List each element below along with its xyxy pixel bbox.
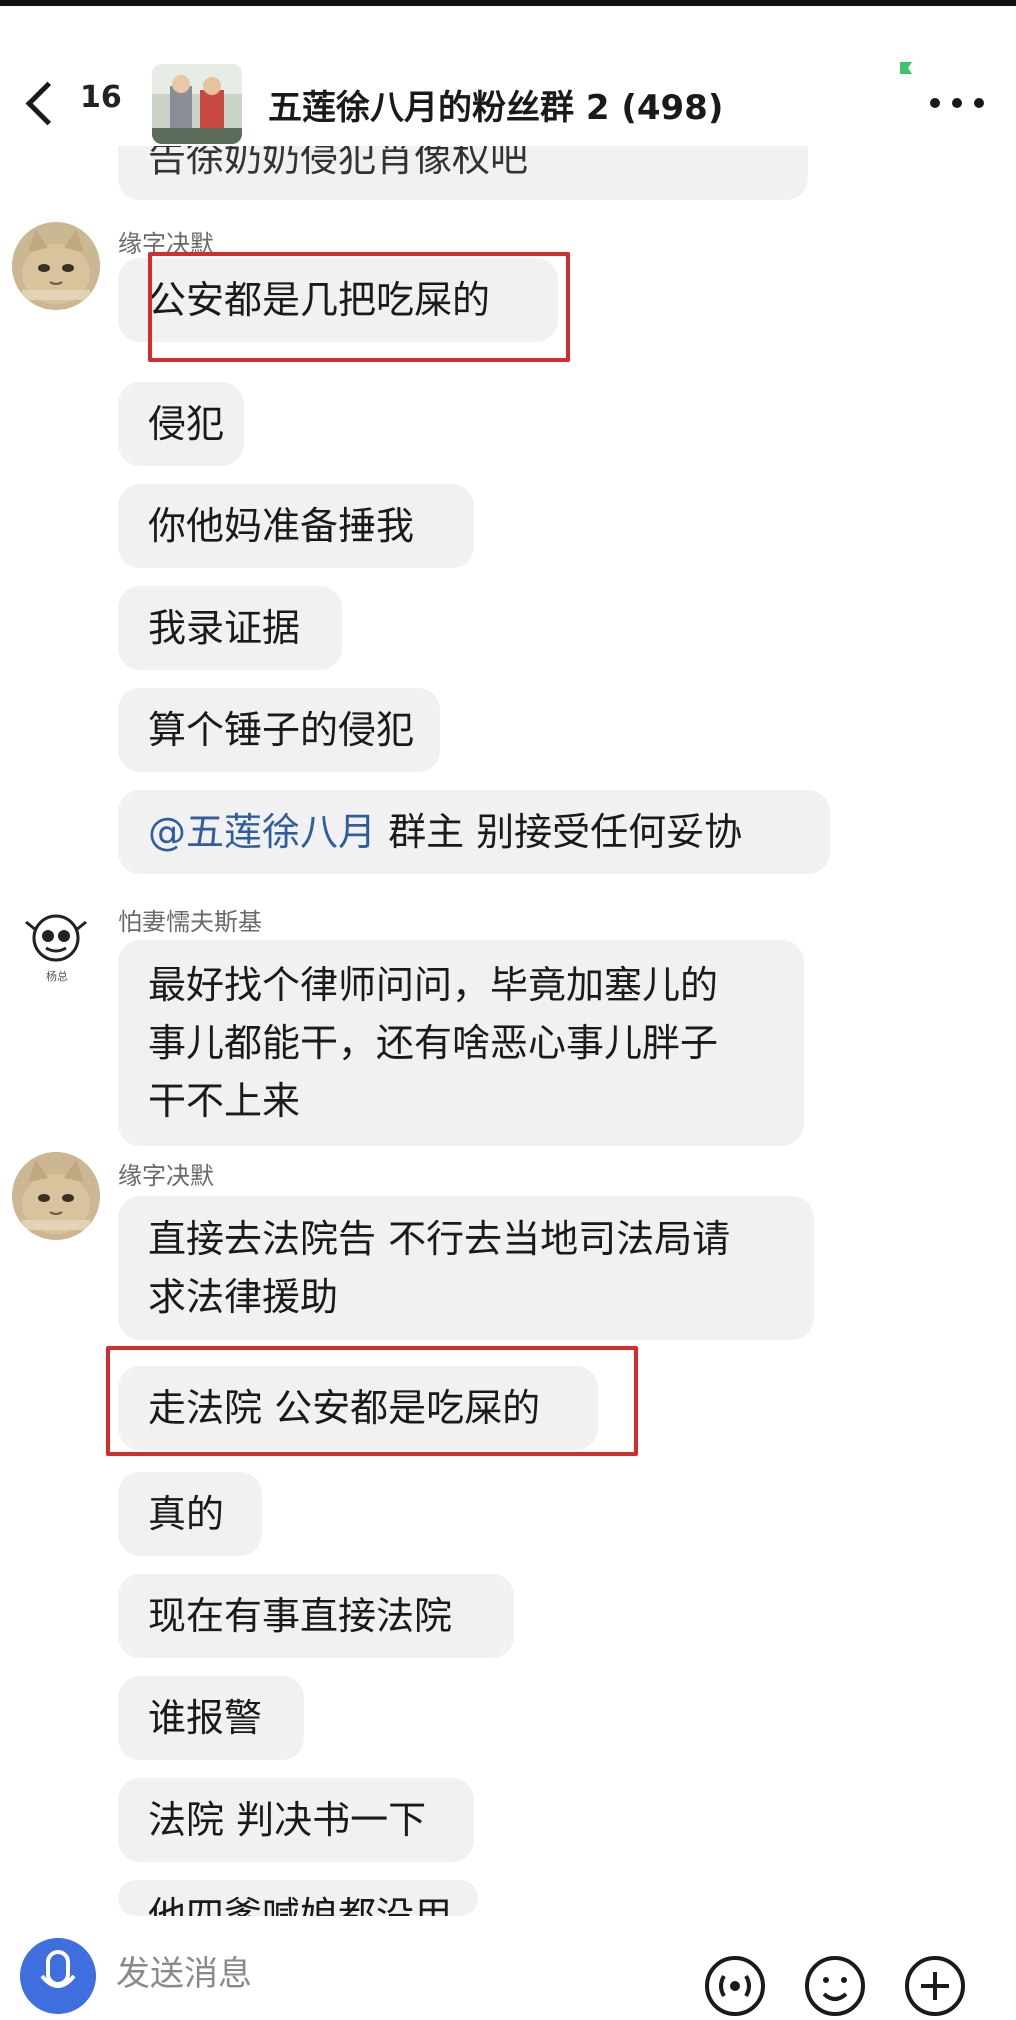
unread-count: 16 (80, 80, 122, 115)
online-indicator-icon (898, 60, 914, 76)
message-text: 真的 (148, 1492, 225, 1536)
back-arrow-icon (25, 81, 70, 126)
more-icon (930, 98, 940, 108)
message-line: 直接去法院告 不行去当地司法局请 (148, 1217, 731, 1261)
emoji-button[interactable] (800, 1946, 870, 2016)
avatar[interactable] (12, 222, 100, 310)
message-line: 干不上来 (148, 1079, 301, 1123)
more-button[interactable] (928, 82, 988, 122)
avatar-caption: 杨总 (46, 970, 68, 983)
message-text: 我录证据 (148, 606, 301, 650)
voice-icon (705, 1956, 765, 2016)
message-line: 事儿都能干，还有啥恶心事儿胖子 (148, 1021, 719, 1065)
message-bubble[interactable]: 我录证据 (118, 586, 342, 670)
message-bubble[interactable]: 他四爹喊娘都没用 (118, 1880, 478, 1916)
message-bubble[interactable]: 直接去法院告 不行去当地司法局请 求法律援助 (118, 1196, 814, 1340)
avatar[interactable]: 杨总 (12, 900, 100, 988)
message-text: 侵犯 (148, 402, 225, 446)
avatar[interactable] (12, 1152, 100, 1240)
group-title: 五莲徐八月的粉丝群 2 (498) (268, 88, 724, 128)
voice-button[interactable] (700, 1946, 770, 2016)
highlight-box (148, 252, 570, 362)
message-bubble[interactable]: 你他妈准备捶我 (118, 484, 474, 568)
message-line: 求法律援助 (148, 1275, 339, 1319)
message-bubble[interactable]: 现在有事直接法院 (118, 1574, 514, 1658)
input-bar: 发送消息 (0, 1916, 1016, 2016)
plus-button[interactable] (900, 1946, 970, 2016)
emoji-icon (805, 1956, 865, 2016)
message-input[interactable]: 发送消息 (116, 1946, 252, 1995)
message-bubble[interactable]: 侵犯 (118, 382, 244, 466)
message-line: 最好找个律师问问，毕竟加塞儿的 (148, 963, 719, 1007)
message-bubble[interactable]: 真的 (118, 1472, 262, 1556)
message-bubble[interactable]: 谁报警 (118, 1676, 304, 1760)
microphone-button[interactable] (20, 1938, 96, 2014)
message-text: 现在有事直接法院 (148, 1594, 453, 1638)
message-text: 算个锤子的侵犯 (148, 708, 415, 752)
message-text: 法院 判决书一下 (148, 1798, 427, 1842)
sender-name: 缘字决默 (118, 1162, 214, 1190)
microphone-icon (40, 1950, 76, 1988)
more-icon-dot (952, 98, 962, 108)
message-text: 谁报警 (148, 1696, 263, 1740)
group-avatar[interactable] (152, 64, 242, 144)
highlight-box (106, 1346, 638, 1456)
message-text: 群主 别接受任何妥协 (376, 810, 743, 854)
back-button[interactable] (20, 74, 70, 130)
chat-header: 16 五莲徐八月的粉丝群 2 (498) (0, 6, 1016, 146)
more-icon-dot (974, 98, 984, 108)
message-bubble[interactable]: 算个锤子的侵犯 (118, 688, 440, 772)
plus-icon (905, 1956, 965, 2016)
message-bubble[interactable]: 法院 判决书一下 (118, 1778, 474, 1862)
message-text: 你他妈准备捶我 (148, 504, 415, 548)
message-text: 他四爹喊娘都没用 (148, 1894, 453, 1916)
mention-link[interactable]: @五莲徐八月 (148, 810, 376, 854)
sender-name: 怕妻懦夫斯基 (118, 908, 262, 936)
message-bubble[interactable]: 最好找个律师问问，毕竟加塞儿的 事儿都能干，还有啥恶心事儿胖子 干不上来 (118, 940, 804, 1146)
message-bubble[interactable]: @五莲徐八月 群主 别接受任何妥协 (118, 790, 830, 874)
